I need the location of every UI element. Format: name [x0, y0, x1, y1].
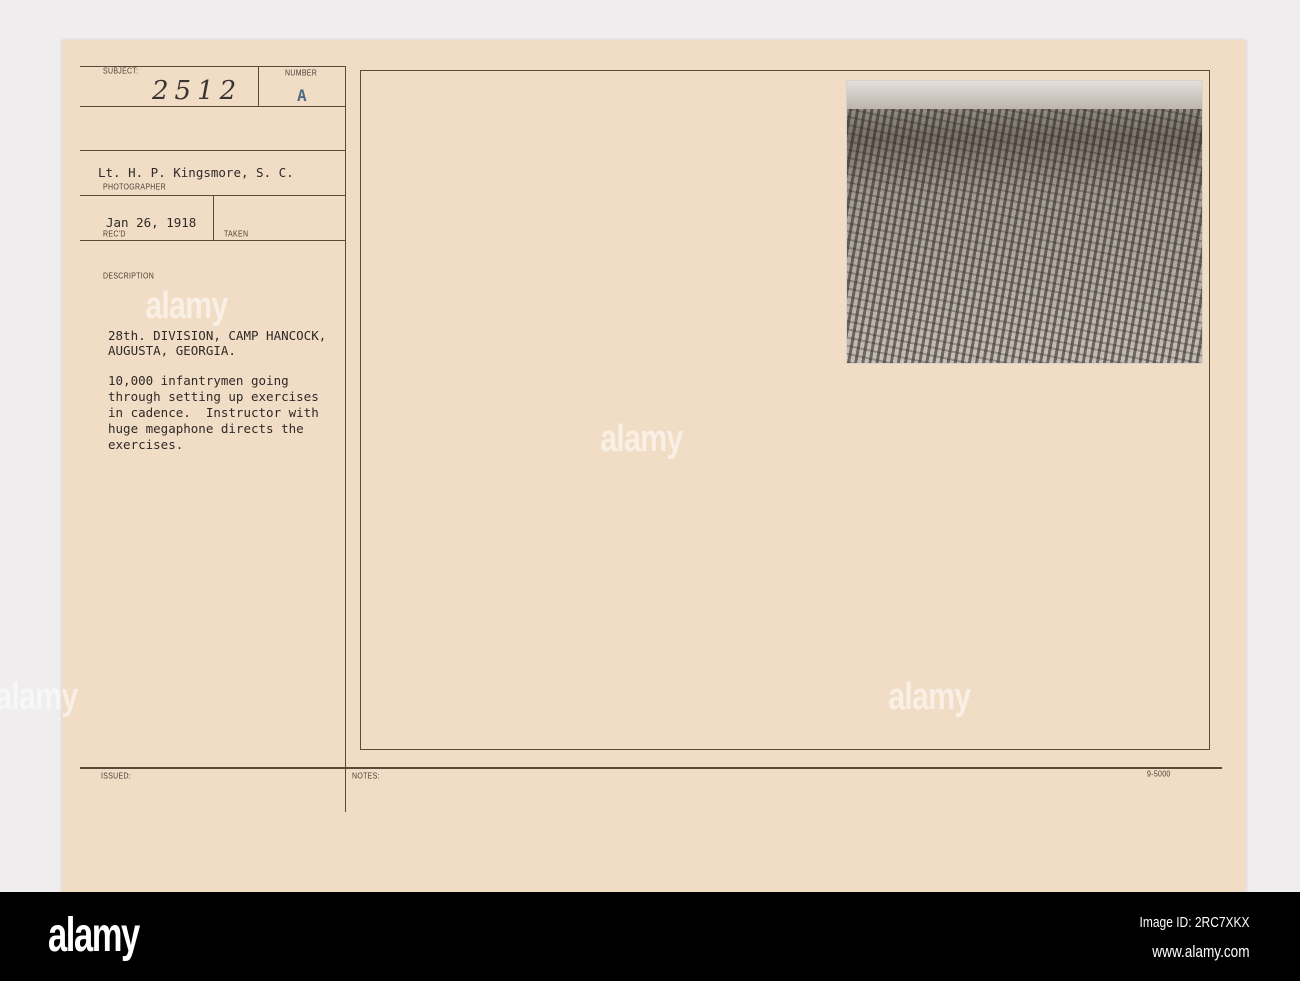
description-text: 28th. DIVISION, CAMP HANCOCK, AUGUSTA, G…	[108, 328, 326, 453]
divider	[345, 66, 346, 812]
description-line: in cadence. Instructor with	[108, 405, 319, 420]
watermark: alamy	[888, 676, 971, 718]
divider	[258, 66, 259, 106]
divider	[80, 106, 345, 107]
photograph-infantry-exercises	[846, 80, 1203, 364]
received-label: REC'D	[103, 230, 126, 239]
photo-sky	[847, 81, 1202, 109]
subject-label: SUBJECT:	[103, 67, 139, 76]
number-value: A	[297, 86, 307, 105]
description-line: exercises.	[108, 437, 184, 452]
description-line: huge megaphone directs the	[108, 421, 304, 436]
description-line: 28th. DIVISION, CAMP HANCOCK,	[108, 328, 327, 343]
subject-number: 2512	[152, 76, 243, 106]
image-id: Image ID: 2RC7XKX	[1139, 914, 1250, 931]
form-code: 9-5000	[1147, 770, 1171, 779]
watermark: alamy	[600, 418, 683, 460]
number-label: NUMBER	[285, 69, 318, 78]
issued-label: ISSUED:	[101, 772, 132, 781]
site-url[interactable]: www.alamy.com	[1153, 942, 1250, 962]
watermark: alamy	[145, 285, 228, 327]
description-label: DESCRIPTION	[103, 272, 155, 281]
alamy-logo: alamy	[48, 909, 140, 962]
description-line	[108, 358, 326, 373]
footer-bar: alamy Image ID: 2RC7XKX www.alamy.com	[0, 892, 1300, 981]
divider	[80, 767, 1222, 769]
photographer-label: PHOTOGRAPHER	[103, 183, 166, 192]
watermark: alamy	[0, 676, 78, 718]
divider	[213, 195, 214, 240]
divider	[80, 240, 345, 241]
divider	[80, 150, 345, 151]
received-date: Jan 26, 1918	[106, 215, 197, 230]
description-line: AUGUSTA, GEORGIA.	[108, 343, 236, 358]
notes-label: NOTES:	[352, 772, 380, 781]
description-line: through setting up exercises	[108, 389, 319, 404]
photographer-name: Lt. H. P. Kingsmore, S. C.	[98, 165, 294, 180]
description-line: 10,000 infantrymen going	[108, 373, 289, 388]
taken-label: TAKEN	[224, 230, 249, 239]
